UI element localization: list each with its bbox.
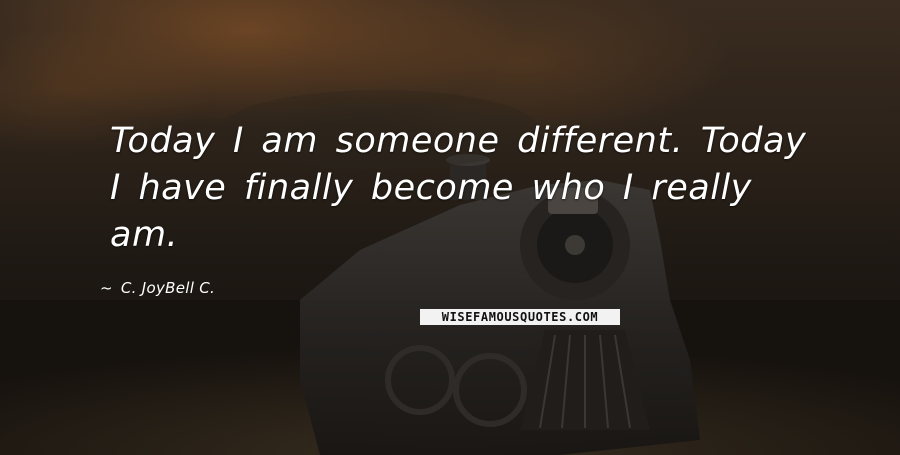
site-watermark: WISEFAMOUSQUOTES.COM	[420, 309, 620, 325]
author-name: C. JoyBell C.	[120, 279, 216, 297]
quote-text: Today I am someone different. Today I ha…	[110, 121, 807, 255]
quote-author: ~ C. JoyBell C.	[100, 279, 215, 297]
author-prefix: ~	[100, 279, 113, 297]
quote-card: Today I am someone different. Today I ha…	[0, 0, 900, 455]
